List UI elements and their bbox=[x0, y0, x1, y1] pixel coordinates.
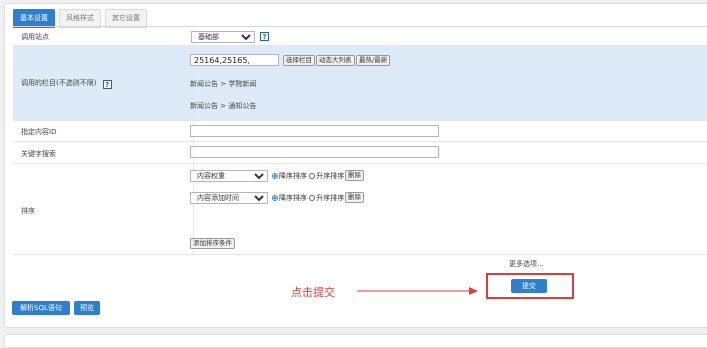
add-sort-condition-button[interactable]: 添加排序条件 bbox=[190, 238, 235, 249]
sort-label: 排序 bbox=[21, 207, 35, 215]
row-more-options bbox=[13, 255, 707, 273]
sort-field-select[interactable]: 内容添加时间 bbox=[190, 192, 268, 204]
row-content-id: 指定内容ID bbox=[13, 121, 707, 142]
columns-ids-input[interactable] bbox=[190, 54, 279, 66]
submit-button[interactable]: 提交 bbox=[511, 279, 547, 293]
content-id-input[interactable] bbox=[190, 125, 439, 137]
select-column-button[interactable]: 选择栏目 bbox=[283, 55, 315, 66]
row-sort: 排序 内容权重 降序排序 升序排序 删除 内容添加时间 降序排序 升序排序 删除… bbox=[13, 164, 707, 255]
row-site: 调用站点 基础部 ? bbox=[13, 28, 707, 46]
sort-order-group: 降序排序 升序排序 bbox=[272, 171, 344, 181]
row-columns: 调用的栏目(不选则不限) ? 选择栏目 动态大列表 最热/最新 新闻公告 > 学… bbox=[13, 46, 707, 121]
radio-asc[interactable] bbox=[309, 173, 316, 179]
site-label: 调用站点 bbox=[21, 33, 49, 41]
settings-panel: 基本设置 风格样式 其它设置 调用站点 基础部 ? 调用的栏目(不选则不限) ?… bbox=[4, 3, 707, 328]
dynamic-list-button[interactable]: 动态大列表 bbox=[316, 55, 355, 66]
column-path-item: 新闻公告 > 通知公告 bbox=[190, 102, 257, 110]
sort-field-select[interactable]: 内容权重 bbox=[190, 170, 268, 182]
more-options-link[interactable]: 更多选项... bbox=[509, 259, 544, 269]
content-id-label: 指定内容ID bbox=[21, 128, 57, 136]
bottom-panel bbox=[4, 334, 707, 348]
column-path-item: 新闻公告 > 学院新闻 bbox=[190, 80, 257, 88]
keyword-label: 关键字搜索 bbox=[21, 150, 56, 158]
sort-order-group: 降序排序 升序排序 bbox=[272, 193, 344, 203]
columns-label: 调用的栏目(不选则不限) ? bbox=[21, 78, 112, 89]
radio-desc[interactable] bbox=[272, 195, 278, 201]
help-icon[interactable]: ? bbox=[102, 80, 112, 89]
preview-button[interactable]: 预览 bbox=[74, 301, 100, 315]
delete-sort-button[interactable]: 删除 bbox=[345, 170, 364, 181]
radio-desc[interactable] bbox=[272, 173, 278, 179]
keyword-input[interactable] bbox=[190, 146, 439, 158]
hot-latest-button[interactable]: 最热/最新 bbox=[356, 55, 391, 66]
delete-sort-button[interactable]: 删除 bbox=[345, 192, 364, 203]
help-icon[interactable]: ? bbox=[260, 32, 269, 41]
annotation-text: 点击提交 bbox=[291, 286, 335, 299]
arrow-right-icon bbox=[357, 287, 478, 295]
radio-asc[interactable] bbox=[309, 195, 316, 201]
columns-label-text: 调用的栏目(不选则不限) bbox=[21, 79, 97, 87]
row-keyword: 关键字搜索 bbox=[13, 142, 707, 164]
tab-divider bbox=[13, 26, 707, 27]
site-select[interactable]: 基础部 bbox=[191, 31, 255, 43]
parse-sql-button[interactable]: 解析SQL语句 bbox=[12, 301, 70, 315]
